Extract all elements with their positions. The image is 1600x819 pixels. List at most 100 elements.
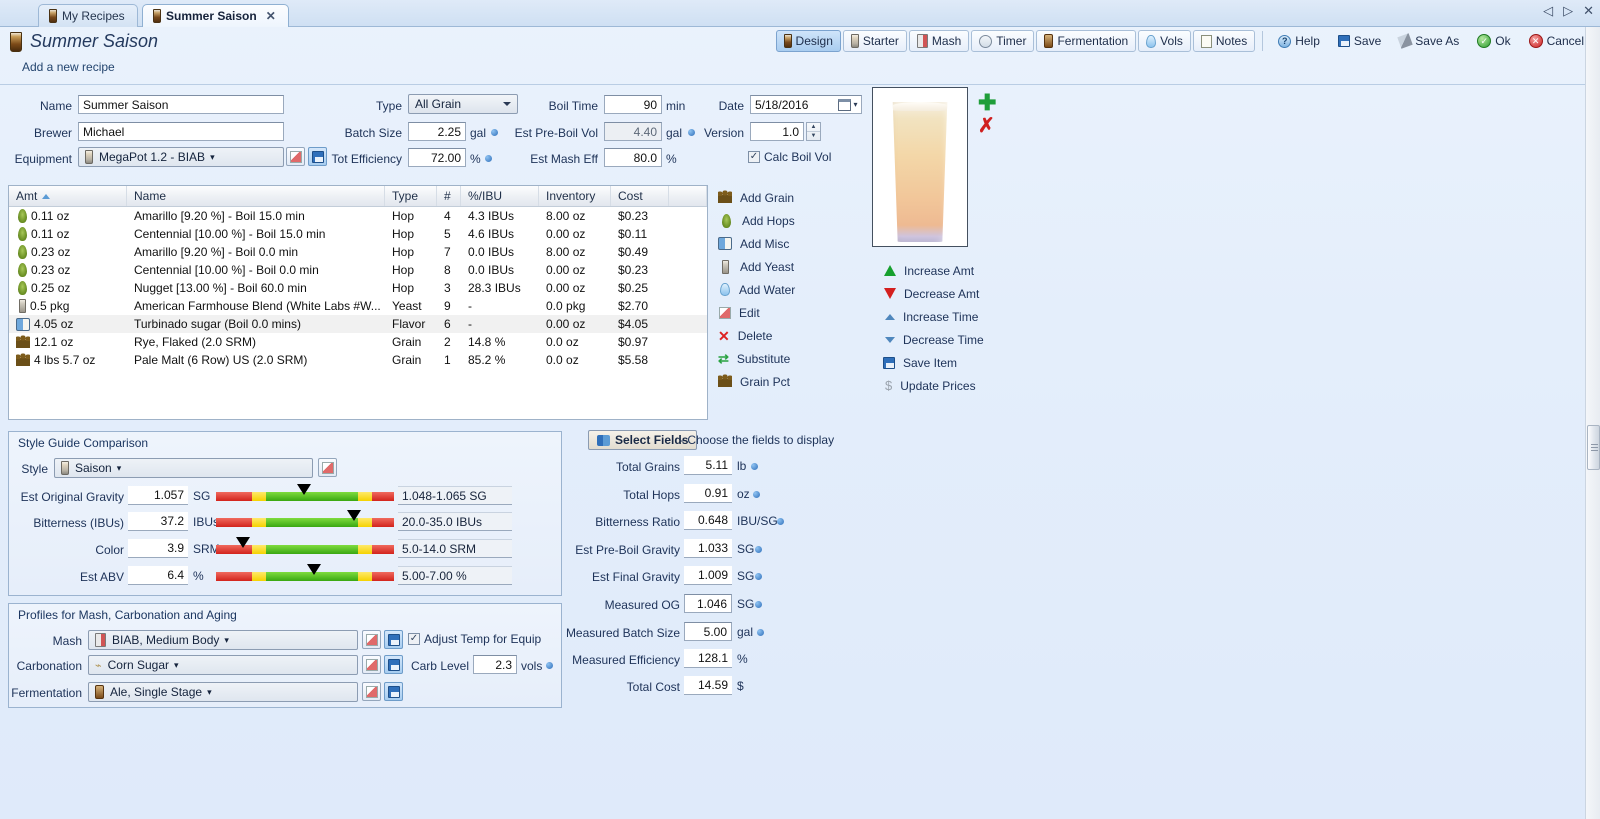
vertical-scrollbar[interactable] <box>1585 27 1600 819</box>
edit-button[interactable]: Edit <box>716 301 896 324</box>
est-abv-value[interactable]: 6.4 <box>128 566 188 585</box>
tab-my-recipes[interactable]: My Recipes <box>38 4 138 27</box>
column-header-name[interactable]: Name <box>127 186 385 206</box>
save-item-button[interactable]: Save Item <box>880 351 1060 374</box>
measured-batch-size-input[interactable]: 5.00 <box>684 622 732 641</box>
table-row[interactable]: 0.11 oz Amarillo [9.20 %] - Boil 15.0 mi… <box>9 207 707 225</box>
column-header-cost[interactable]: Cost <box>611 186 669 206</box>
table-row[interactable]: 0.23 oz Centennial [10.00 %] - Boil 0.0 … <box>9 261 707 279</box>
close-window-icon[interactable]: ✕ <box>1583 3 1594 19</box>
version-input[interactable]: 1.0 <box>750 122 804 141</box>
cell-pct: 0.0 IBUs <box>468 263 515 277</box>
toolbar-button-notes[interactable]: Notes <box>1192 30 1256 52</box>
calendar-picker-button[interactable]: ▾ <box>836 96 860 113</box>
remove-image-button[interactable]: ✗ <box>978 116 995 136</box>
add-misc-button[interactable]: Add Misc <box>716 232 896 255</box>
boil-time-input[interactable]: 90 <box>604 95 662 114</box>
toolbar-button-vols[interactable]: Vols <box>1138 30 1191 52</box>
cancel-button[interactable]: ✕ Cancel <box>1521 30 1592 52</box>
increase-time-button[interactable]: Increase Time <box>880 305 1060 328</box>
color-value[interactable]: 3.9 <box>128 539 188 558</box>
info-dot-icon[interactable] <box>753 491 760 498</box>
fermentation-edit-button[interactable] <box>362 682 381 701</box>
info-dot-icon[interactable] <box>755 546 762 553</box>
adjust-temp-checkbox[interactable]: ✓ Adjust Temp for Equip <box>408 632 541 646</box>
help-button[interactable]: ? Help <box>1270 30 1328 52</box>
save-button[interactable]: Save <box>1330 30 1389 52</box>
save-as-button[interactable]: Save As <box>1391 30 1467 52</box>
carb-level-input[interactable]: 2.3 <box>473 655 517 674</box>
info-dot-icon[interactable] <box>751 463 758 470</box>
est-original-gravity-range: 1.048-1.065 SG <box>398 486 512 505</box>
est-mash-eff-input[interactable]: 80.0 <box>604 148 662 167</box>
add-yeast-button[interactable]: Add Yeast <box>716 255 896 278</box>
column-header-type[interactable]: Type <box>385 186 437 206</box>
chevron-down-icon: ▾ <box>174 659 179 670</box>
profiles-title: Profiles for Mash, Carbonation and Aging <box>18 608 237 622</box>
info-dot-icon[interactable] <box>755 573 762 580</box>
scrollbar-thumb[interactable] <box>1587 425 1600 470</box>
grain-pct-button[interactable]: Grain Pct <box>716 370 896 393</box>
carb-level-label: Carb Level <box>410 659 469 673</box>
ok-button[interactable]: ✓ Ok <box>1469 30 1518 52</box>
carbonation-select[interactable]: ⌁ Corn Sugar ▾ <box>88 655 358 675</box>
tab-summer-saison[interactable]: Summer Saison ✕ <box>142 4 289 27</box>
measured-og-input[interactable]: 1.046 <box>684 594 732 613</box>
substitute-button[interactable]: ⇄ Substitute <box>716 347 896 370</box>
toolbar-button-starter[interactable]: Starter <box>842 30 907 52</box>
fermentation-save-button[interactable] <box>384 682 403 701</box>
mash-save-button[interactable] <box>384 630 403 649</box>
table-row[interactable]: 0.25 oz Nugget [13.00 %] - Boil 60.0 min… <box>9 279 707 297</box>
mash-edit-button[interactable] <box>362 630 381 649</box>
arrow-up-blue-icon <box>885 313 895 320</box>
table-row[interactable]: 0.11 oz Centennial [10.00 %] - Boil 15.0… <box>9 225 707 243</box>
close-icon[interactable]: ✕ <box>266 9 276 23</box>
delete-button[interactable]: ✕ Delete <box>716 324 896 347</box>
info-dot-icon[interactable] <box>757 629 764 636</box>
style-edit-button[interactable] <box>318 458 337 477</box>
bitterness-value[interactable]: 37.2 <box>128 512 188 531</box>
calc-boil-vol-checkbox[interactable]: ✓ Calc Boil Vol <box>748 150 831 164</box>
batch-size-input[interactable]: 2.25 <box>408 122 466 141</box>
add-image-button[interactable]: ✚ <box>978 92 996 114</box>
add-grain-button[interactable]: Add Grain <box>716 186 896 209</box>
decrease-time-button[interactable]: Decrease Time <box>880 328 1060 351</box>
fermentation-select[interactable]: Ale, Single Stage ▾ <box>88 682 358 702</box>
column-header-amt[interactable]: Amt <box>9 186 127 206</box>
column-header-inventory[interactable]: Inventory <box>539 186 611 206</box>
name-input[interactable]: Summer Saison <box>78 95 284 114</box>
tot-efficiency-input[interactable]: 72.00 <box>408 148 466 167</box>
increase-amount-button[interactable]: Increase Amt <box>880 259 1060 282</box>
add-water-button[interactable]: Add Water <box>716 278 896 301</box>
table-row[interactable]: 4.05 oz Turbinado sugar (Boil 0.0 mins) … <box>9 315 707 333</box>
update-prices-button[interactable]: $ Update Prices <box>880 374 1060 397</box>
table-row[interactable]: 0.5 pkg American Farmhouse Blend (White … <box>9 297 707 315</box>
version-stepper[interactable]: ▲ ▼ <box>806 122 821 141</box>
equipment-edit-button[interactable] <box>286 147 305 166</box>
stepper-down-icon[interactable]: ▼ <box>807 132 820 140</box>
toolbar-button-mash[interactable]: Mash <box>908 30 970 52</box>
carbonation-save-button[interactable] <box>384 655 403 674</box>
stepper-up-icon[interactable]: ▲ <box>807 123 820 132</box>
table-row[interactable]: 12.1 oz Rye, Flaked (2.0 SRM) Grain 2 14… <box>9 333 707 351</box>
table-row[interactable]: 4 lbs 5.7 oz Pale Malt (6 Row) US (2.0 S… <box>9 351 707 369</box>
toolbar-button-design[interactable]: Design <box>775 30 841 52</box>
nav-back-icon[interactable]: ◁ <box>1543 3 1553 19</box>
info-dot-icon[interactable] <box>755 601 762 608</box>
carbonation-edit-button[interactable] <box>362 655 381 674</box>
ingredients-grid[interactable]: Amt Name Type # %/IBU Inventory Cost 0.1… <box>8 185 708 420</box>
brewer-input[interactable]: Michael <box>78 122 284 141</box>
nav-forward-icon[interactable]: ▷ <box>1563 3 1573 19</box>
add-hops-button[interactable]: Add Hops <box>716 209 896 232</box>
decrease-amount-button[interactable]: Decrease Amt <box>880 282 1060 305</box>
info-dot-icon[interactable] <box>777 518 784 525</box>
toolbar-button-fermentation[interactable]: Fermentation <box>1036 30 1137 52</box>
mash-select[interactable]: BIAB, Medium Body ▾ <box>88 630 358 650</box>
equipment-select[interactable]: MegaPot 1.2 - BIAB ▾ <box>78 147 284 167</box>
toolbar-button-timer[interactable]: Timer <box>971 30 1035 52</box>
est-original-gravity-value[interactable]: 1.057 <box>128 486 188 505</box>
table-row[interactable]: 0.23 oz Amarillo [9.20 %] - Boil 0.0 min… <box>9 243 707 261</box>
style-select[interactable]: Saison ▾ <box>54 458 313 478</box>
column-header-number[interactable]: # <box>437 186 461 206</box>
column-header-pct-ibu[interactable]: %/IBU <box>461 186 539 206</box>
